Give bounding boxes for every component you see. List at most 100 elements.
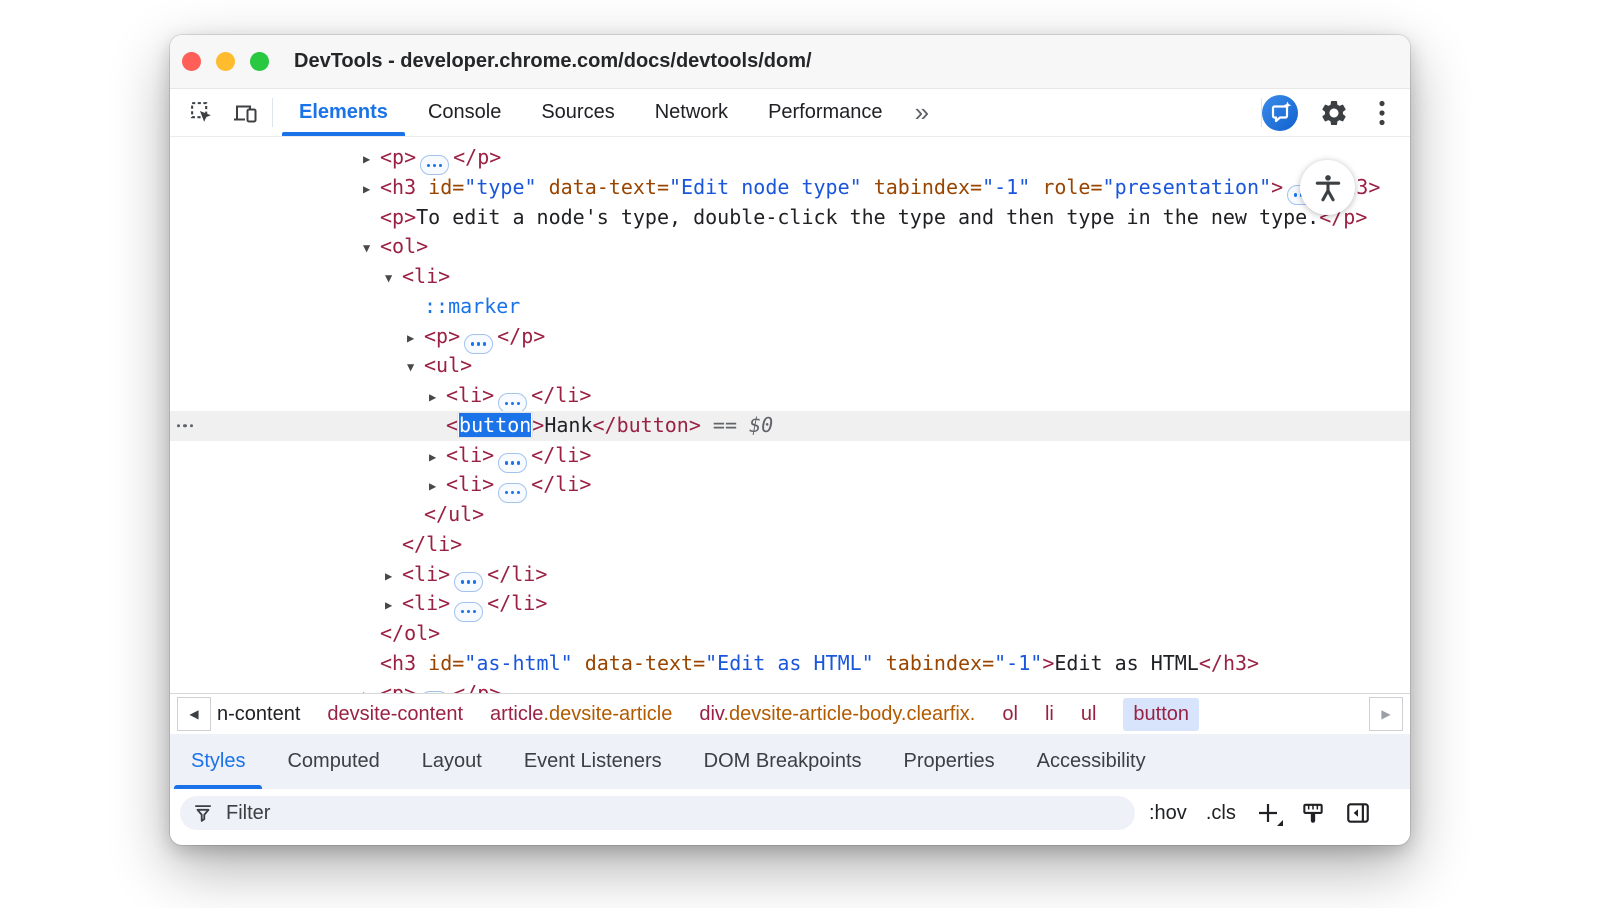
breadcrumb-item[interactable]: n-content xyxy=(217,703,300,726)
code-token: tabindex= xyxy=(886,651,994,675)
styles-tab-dom-breakpoints[interactable]: DOM Breakpoints xyxy=(683,734,883,789)
code-token: To edit a node's type, double-click the … xyxy=(416,205,1319,229)
dom-tree-row[interactable]: ▶<li></li> xyxy=(170,560,1410,590)
code-token: <li> xyxy=(402,264,450,288)
code-token: </li> xyxy=(487,562,547,586)
dom-tree-row[interactable]: ▶<li> </li> xyxy=(170,441,1410,471)
tab-performance[interactable]: Performance xyxy=(748,89,903,136)
rendering-emulation-brush-icon[interactable] xyxy=(1300,800,1326,826)
minimize-window-button[interactable] xyxy=(216,52,235,71)
tab-elements[interactable]: Elements xyxy=(279,89,408,136)
code-token: <h3 xyxy=(380,175,428,199)
code-token: </li> xyxy=(531,443,591,467)
dom-tree-row[interactable]: ▼<ul> xyxy=(170,351,1410,381)
collapse-arrow-icon[interactable]: ▼ xyxy=(407,353,424,383)
breadcrumb-scroll-right-button[interactable]: ▶ xyxy=(1369,697,1403,731)
styles-tab-layout[interactable]: Layout xyxy=(401,734,503,789)
dom-tree-row[interactable]: </ul> xyxy=(170,500,1410,530)
row-menu-dots-icon[interactable] xyxy=(177,424,193,427)
styles-tab-event-listeners[interactable]: Event Listeners xyxy=(503,734,683,789)
code-token: "-1" xyxy=(994,651,1042,675)
dom-tree-row[interactable]: </li> xyxy=(170,530,1410,560)
code-token xyxy=(573,651,585,675)
breadcrumb-item[interactable]: ol xyxy=(1002,703,1018,726)
tab-sources[interactable]: Sources xyxy=(521,89,634,136)
zoom-window-button[interactable] xyxy=(250,52,269,71)
code-token: </li> xyxy=(531,472,591,496)
styles-tab-properties[interactable]: Properties xyxy=(883,734,1016,789)
code-token: </p> xyxy=(497,324,545,348)
toggle-element-state-button[interactable]: :hov xyxy=(1149,802,1187,825)
breadcrumb-part: ul xyxy=(1081,703,1097,725)
breadcrumb-part: ol xyxy=(1002,703,1018,725)
code-token: <p> xyxy=(380,145,416,169)
code-token: <li> xyxy=(446,443,494,467)
breadcrumb-scroll-left-button[interactable]: ◀ xyxy=(177,697,211,731)
dom-tree-row[interactable]: ▶<p> </p> xyxy=(170,322,1410,352)
dock-sidebar-toggle-icon[interactable] xyxy=(1345,800,1371,826)
dom-tree-row[interactable]: <button>Hank</button> == $0 xyxy=(170,411,1410,441)
code-token: > xyxy=(532,413,544,437)
code-token xyxy=(537,175,549,199)
more-options-kebab-icon[interactable] xyxy=(1370,100,1394,126)
accessibility-person-icon xyxy=(1300,160,1355,215)
inspect-element-icon[interactable] xyxy=(188,100,214,126)
code-token: <ul> xyxy=(424,353,472,377)
code-token: <p> xyxy=(424,324,460,348)
breadcrumb-item[interactable]: ul xyxy=(1081,703,1097,726)
dom-tree-row[interactable]: ▼<li> xyxy=(170,262,1410,292)
tag-name-edit-box[interactable]: button xyxy=(458,413,532,437)
dom-tree-row[interactable]: ▶<li></li> xyxy=(170,589,1410,619)
expand-arrow-icon[interactable]: ▶ xyxy=(385,591,402,621)
dom-tree-row[interactable]: ▶<li></li> xyxy=(170,381,1410,411)
title-bar: DevTools - developer.chrome.com/docs/dev… xyxy=(170,35,1410,89)
expand-arrow-icon[interactable]: ▶ xyxy=(363,681,380,694)
settings-gear-icon[interactable] xyxy=(1318,97,1350,129)
new-style-rule-button[interactable] xyxy=(1255,800,1281,826)
code-token: > xyxy=(1271,175,1283,199)
tab-console[interactable]: Console xyxy=(408,89,521,136)
dom-tree-row[interactable]: <h3 id="as-html" data-text="Edit as HTML… xyxy=(170,649,1410,679)
selected-tag-name-text: button xyxy=(459,413,531,437)
breadcrumb-part: .devsite-article-body.clearfix. xyxy=(723,703,975,725)
expand-arrow-icon[interactable]: ▶ xyxy=(429,383,446,413)
code-token: data-text= xyxy=(549,175,669,199)
breadcrumb: n-content devsite-content article.devsite-… xyxy=(211,698,1369,731)
close-window-button[interactable] xyxy=(182,52,201,71)
code-token: <ol> xyxy=(380,234,428,258)
collapse-arrow-icon[interactable]: ▼ xyxy=(385,264,402,294)
dom-tree-row[interactable]: ▼<ol> xyxy=(170,232,1410,262)
dom-tree-row[interactable]: <p>To edit a node's type, double-click t… xyxy=(170,203,1410,233)
ai-assistance-icon[interactable] xyxy=(1262,95,1298,131)
dom-tree-row[interactable]: ▶<h3 id="type" data-text="Edit node type… xyxy=(170,173,1410,203)
collapse-arrow-icon[interactable]: ▼ xyxy=(363,234,380,264)
breadcrumb-item[interactable]: devsite-content xyxy=(327,703,463,726)
more-panels-chevron-icon[interactable]: » xyxy=(903,89,941,136)
breadcrumb-item[interactable]: article.devsite-article xyxy=(490,703,672,726)
device-toolbar-icon[interactable] xyxy=(232,100,258,126)
expand-arrow-icon[interactable]: ▶ xyxy=(363,175,380,205)
breadcrumb-item[interactable]: button xyxy=(1123,698,1199,731)
dom-tree-row[interactable]: </ol> xyxy=(170,619,1410,649)
breadcrumb-part: button xyxy=(1133,703,1189,725)
code-token xyxy=(1030,175,1042,199)
styles-tab-styles[interactable]: Styles xyxy=(170,734,266,789)
styles-tab-accessibility[interactable]: Accessibility xyxy=(1016,734,1167,789)
filter-input[interactable] xyxy=(224,801,1123,826)
element-classes-button[interactable]: .cls xyxy=(1206,802,1236,825)
dom-tree-row[interactable]: ▶<li></li> xyxy=(170,470,1410,500)
expand-arrow-icon[interactable]: ▶ xyxy=(385,562,402,592)
styles-tab-computed[interactable]: Computed xyxy=(266,734,400,789)
dom-tree-row[interactable]: ▶<p></p> xyxy=(170,143,1410,173)
tab-network[interactable]: Network xyxy=(635,89,748,136)
expand-arrow-icon[interactable]: ▶ xyxy=(429,443,446,473)
expand-arrow-icon[interactable]: ▶ xyxy=(407,324,424,354)
dom-tree-row[interactable]: ▶<p></p> xyxy=(170,679,1410,694)
breadcrumb-item[interactable]: li xyxy=(1045,703,1054,726)
styles-filter-field[interactable] xyxy=(180,796,1135,830)
breadcrumb-part: div xyxy=(699,703,723,725)
expand-arrow-icon[interactable]: ▶ xyxy=(429,472,446,502)
breadcrumb-item[interactable]: div.devsite-article-body.clearfix. xyxy=(699,703,975,726)
expand-arrow-icon[interactable]: ▶ xyxy=(363,145,380,175)
dom-tree-row[interactable]: ::marker xyxy=(170,292,1410,322)
